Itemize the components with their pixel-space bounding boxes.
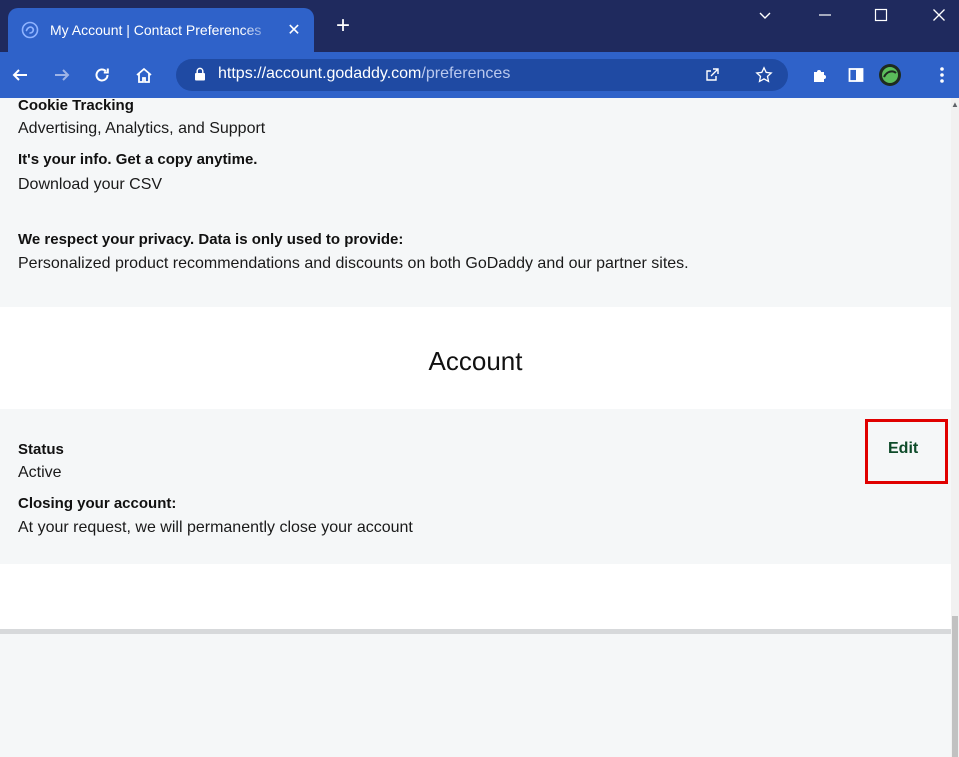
closing-account-value: At your request, we will permanently clo… (18, 519, 413, 536)
preferences-panel: Cookie Tracking Advertising, Analytics, … (0, 98, 951, 307)
scroll-thumb[interactable] (952, 616, 958, 757)
edit-highlight-box (865, 419, 948, 484)
window-close-icon[interactable] (916, 0, 959, 30)
bookmark-star-icon[interactable] (754, 65, 774, 85)
browser-tab[interactable]: My Account | Contact Preferences ✕ (8, 8, 314, 52)
minimize-icon[interactable] (802, 0, 848, 30)
menu-kebab-icon[interactable] (928, 61, 956, 89)
browser-titlebar: My Account | Contact Preferences ✕ + (0, 0, 959, 52)
forward-arrow-icon[interactable] (48, 61, 76, 89)
status-value: Active (18, 464, 62, 481)
back-arrow-icon[interactable] (6, 61, 34, 89)
cookie-tracking-label: Cookie Tracking (18, 98, 134, 114)
privacy-value: Personalized product recommendations and… (18, 255, 689, 272)
closing-account-label: Closing your account: (18, 495, 177, 512)
maximize-icon[interactable] (858, 0, 904, 30)
download-csv-link[interactable]: Download your CSV (18, 176, 162, 194)
scroll-up-arrow-icon[interactable]: ▲ (951, 100, 959, 110)
vertical-scrollbar[interactable]: ▲ (951, 98, 959, 757)
url-path: /preferences (421, 65, 511, 82)
status-label: Status (18, 441, 64, 458)
footer-area (0, 634, 951, 757)
page-viewport: Cookie Tracking Advertising, Analytics, … (0, 98, 951, 757)
url-host: https://account.godaddy.com (218, 65, 422, 82)
lock-icon (194, 67, 206, 86)
new-tab-icon[interactable]: + (330, 14, 356, 40)
tab-title: My Account | Contact Preferences (50, 22, 262, 38)
home-icon[interactable] (130, 61, 158, 89)
side-panel-icon[interactable] (842, 61, 870, 89)
tab-search-chevron-icon[interactable] (742, 0, 788, 30)
account-panel (0, 409, 951, 564)
extensions-puzzle-icon[interactable] (806, 61, 834, 89)
reload-icon[interactable] (88, 61, 116, 89)
account-section-title: Account (428, 346, 523, 376)
your-info-label: It's your info. Get a copy anytime. (18, 151, 258, 168)
godaddy-favicon-icon (20, 20, 40, 40)
browser-toolbar: https://account.godaddy.com/preferences (0, 52, 959, 98)
url-text: https://account.godaddy.com/preferences (218, 65, 510, 83)
profile-avatar-icon[interactable] (876, 61, 904, 89)
share-icon[interactable] (702, 65, 722, 85)
address-bar[interactable]: https://account.godaddy.com/preferences (176, 59, 788, 91)
privacy-label: We respect your privacy. Data is only us… (18, 231, 404, 248)
tab-close-icon[interactable]: ✕ (284, 20, 304, 40)
cookie-tracking-value: Advertising, Analytics, and Support (18, 120, 266, 137)
